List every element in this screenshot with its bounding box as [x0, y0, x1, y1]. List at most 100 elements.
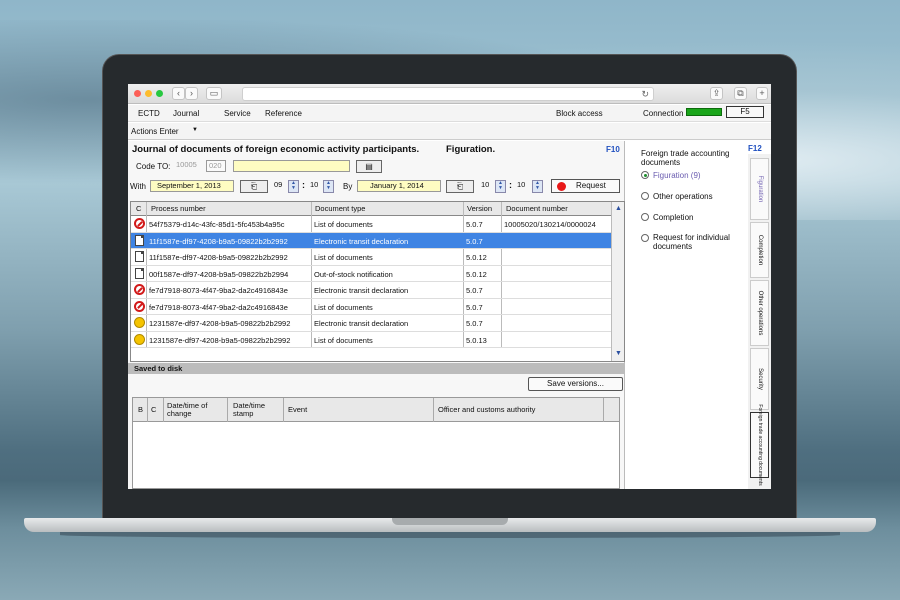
actions-enter-menu[interactable]: Actions Enter — [131, 127, 179, 136]
version: 5.0.7 — [466, 220, 483, 229]
menu-reference[interactable]: Reference — [265, 109, 302, 118]
by-date-field[interactable]: January 1, 2014 — [357, 180, 441, 192]
menu-ectd[interactable]: ECTD — [138, 109, 160, 118]
table-scrollbar[interactable]: ▲ ▼ — [611, 202, 624, 361]
back-icon[interactable]: ‹ — [172, 87, 185, 100]
request-label: Request — [576, 181, 606, 190]
minimize-window-icon[interactable] — [145, 90, 152, 97]
option-completion[interactable]: Completion — [653, 213, 743, 222]
save-versions-button[interactable]: Save versions... — [528, 377, 623, 391]
col-officer[interactable]: Officer and customs authority — [438, 406, 535, 414]
browser-chrome: ‹ › ▭ ↻ ⇪ ⧉ + — [128, 84, 771, 104]
scroll-up-icon[interactable]: ▲ — [614, 204, 623, 213]
col-document-number[interactable]: Document number — [506, 204, 568, 213]
pending-icon — [134, 333, 145, 345]
option-request-individual[interactable]: Request for individual documents — [653, 233, 743, 251]
col-document-type[interactable]: Document type — [315, 204, 365, 213]
code-to-suffix-field[interactable]: 020 — [206, 160, 226, 172]
f5-button[interactable]: F5 — [726, 106, 764, 118]
tab-figuration[interactable]: Figuration — [750, 158, 769, 220]
by-hour-stepper[interactable]: ▲ ▼ — [495, 180, 506, 193]
connection-indicator — [686, 108, 722, 116]
address-bar[interactable]: ↻ — [242, 87, 654, 101]
calendar-icon[interactable]: ⎗ — [240, 180, 268, 193]
table-row-selected[interactable]: 11f1587e-df97-4208-b9a5-09822b2b2992 Ele… — [131, 232, 611, 249]
close-window-icon[interactable] — [134, 90, 141, 97]
col-b[interactable]: B — [138, 406, 143, 414]
table-row[interactable]: 54f75379-d14c-43fc-85d1-5fc453b4a95c Lis… — [131, 216, 611, 233]
lookup-icon[interactable]: ▤ — [356, 160, 382, 173]
tab-label: Security — [756, 368, 763, 390]
table-row[interactable]: 1231587e-df97-4208-b9a5-09822b2b2992 Ele… — [131, 315, 611, 332]
tab-label: Other operations — [756, 290, 763, 336]
document-type: Electronic transit declaration — [314, 236, 409, 246]
option-figuration[interactable]: Figuration (9) — [653, 171, 743, 180]
with-minute-stepper[interactable]: ▲ ▼ — [323, 180, 334, 193]
column-divider — [283, 398, 284, 422]
request-button[interactable]: Request — [551, 179, 620, 193]
with-date-field[interactable]: September 1, 2013 — [150, 180, 234, 192]
app-screen: ‹ › ▭ ↻ ⇪ ⧉ + ECTD Journal Service Refer… — [128, 84, 771, 489]
tab-other-operations[interactable]: Other operations — [750, 280, 769, 346]
menu-service[interactable]: Service — [224, 109, 251, 118]
share-icon[interactable]: ⇪ — [710, 87, 723, 100]
option-other-operations[interactable]: Other operations — [653, 192, 743, 201]
table-row[interactable]: fe7d7918-8073-4f47-9ba2-da2c4916843e Lis… — [131, 299, 611, 315]
with-hour-stepper[interactable]: ▲ ▼ — [288, 180, 299, 193]
by-hour-field[interactable]: 10 — [479, 180, 495, 192]
version: 5.0.7 — [466, 319, 483, 328]
process-number: fe7d7918-8073-4f47-9ba2-da2c4916843e — [149, 286, 288, 295]
scroll-down-icon[interactable]: ▼ — [614, 349, 623, 358]
code-to-field[interactable]: 10005 — [174, 160, 204, 172]
table-row[interactable]: 00f1587e-df97-4208-b9a5-09822b2b2994 Out… — [131, 266, 611, 282]
tab-security[interactable]: Security — [750, 348, 769, 410]
with-hour-field[interactable]: 09 — [272, 180, 288, 192]
version: 5.0.7 — [466, 236, 483, 246]
forward-icon[interactable]: › — [185, 87, 198, 100]
table-row[interactable]: fe7d7918-8073-4f47-9ba2-da2c4916843e Ele… — [131, 282, 611, 299]
sidebar-icon[interactable]: ▭ — [206, 87, 222, 100]
process-number: 00f1587e-df97-4208-b9a5-09822b2b2994 — [149, 269, 289, 279]
f10-hotkey[interactable]: F10 — [606, 145, 620, 154]
col-date-change[interactable]: Date/time of change — [167, 402, 217, 418]
actions-bar: Actions Enter ▼ — [128, 123, 771, 140]
col-c[interactable]: C — [151, 406, 156, 414]
process-number: 54f75379-d14c-43fc-85d1-5fc453b4a95c — [149, 220, 285, 229]
radio-other-operations[interactable] — [641, 192, 649, 200]
column-divider — [227, 398, 228, 422]
col-date-stamp[interactable]: Date/time stamp — [233, 402, 277, 418]
reload-icon[interactable]: ↻ — [641, 88, 649, 101]
radio-figuration[interactable] — [641, 171, 649, 179]
menu-journal[interactable]: Journal — [173, 109, 199, 118]
column-divider — [603, 398, 604, 422]
calendar-icon[interactable]: ⎗ — [446, 180, 474, 193]
time-separator: : — [302, 180, 305, 190]
blocked-icon — [134, 218, 145, 229]
with-minute-field[interactable]: 10 — [308, 180, 322, 192]
col-process-number[interactable]: Process number — [151, 204, 206, 213]
tab-completion[interactable]: Completion — [750, 222, 769, 278]
radio-request-individual[interactable] — [641, 234, 649, 242]
tabs-icon[interactable]: ⧉ — [734, 87, 747, 100]
code-to-name-field[interactable] — [233, 160, 350, 172]
laptop-shadow — [60, 532, 840, 538]
maximize-window-icon[interactable] — [156, 90, 163, 97]
col-event[interactable]: Event — [288, 406, 307, 414]
tab-label: Figuration — [756, 175, 763, 203]
tab-foreign-trade-documents[interactable]: Foreign trade accounting documents — [750, 404, 769, 486]
table-row[interactable]: 11f1587e-df97-4208-b9a5-09822b2b2992 Lis… — [131, 249, 611, 266]
block-access-button[interactable]: Block access — [556, 109, 603, 118]
column-divider — [433, 398, 434, 422]
table-row[interactable]: 1231587e-df97-4208-b9a5-09822b2b2992 Lis… — [131, 332, 611, 348]
new-tab-icon[interactable]: + — [756, 87, 768, 100]
by-minute-stepper[interactable]: ▲ ▼ — [532, 180, 543, 193]
journal-panel: Journal of documents of foreign economic… — [128, 141, 625, 489]
column-divider — [163, 398, 164, 422]
col-version[interactable]: Version — [467, 204, 492, 213]
process-number: 11f1587e-df97-4208-b9a5-09822b2b2992 — [149, 236, 288, 246]
col-status[interactable]: C — [136, 204, 141, 213]
radio-completion[interactable] — [641, 213, 649, 221]
by-minute-field[interactable]: 10 — [515, 180, 529, 192]
chevron-down-icon[interactable]: ▼ — [192, 127, 198, 133]
f12-hotkey[interactable]: F12 — [748, 144, 762, 153]
